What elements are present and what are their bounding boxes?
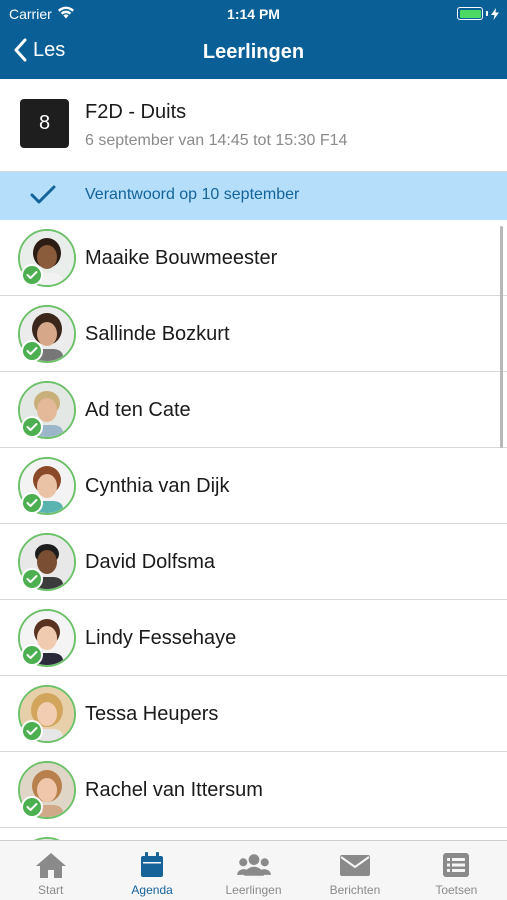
student-row[interactable]: David Dolfsma: [0, 524, 507, 600]
student-row[interactable]: Rachel van Ittersum: [0, 752, 507, 828]
student-name: Cynthia van Dijk: [85, 475, 230, 497]
student-name: Tessa Heupers: [85, 703, 219, 725]
tab-label: Berichten: [329, 883, 381, 897]
tab-label: Leerlingen: [225, 883, 282, 897]
lesson-title: F2D - Duits: [85, 101, 187, 123]
answered-text: Verantwoord op 10 september: [85, 186, 300, 203]
battery-icon: [457, 7, 499, 20]
student-name: Lindy Fessehaye: [85, 627, 237, 649]
student-name: Rachel van Ittersum: [85, 779, 263, 801]
tab-label: Start: [38, 883, 64, 897]
lesson-hour-badge: 8: [20, 99, 69, 148]
tab-toetsen[interactable]: Toetsen: [406, 841, 507, 900]
student-row-partial[interactable]: [0, 828, 507, 840]
answered-banner: Verantwoord op 10 september: [0, 172, 507, 220]
student-name: David Dolfsma: [85, 551, 216, 573]
calendar-icon: [135, 850, 169, 880]
lesson-subtitle: 6 september van 14:45 tot 15:30 F14: [85, 132, 348, 149]
check-circle-icon: [21, 416, 43, 438]
tab-bar: Start Agenda Leerlingen Berichten Toetse…: [0, 840, 507, 900]
student-row[interactable]: Lindy Fessehaye: [0, 600, 507, 676]
student-row[interactable]: Tessa Heupers: [0, 676, 507, 752]
student-name: Ad ten Cate: [85, 399, 191, 421]
status-bar: Carrier 1:14 PM: [0, 0, 507, 28]
envelope-icon: [338, 850, 372, 880]
home-icon: [34, 850, 68, 880]
list-icon: [439, 850, 473, 880]
check-circle-icon: [21, 264, 43, 286]
status-time: 1:14 PM: [227, 6, 280, 22]
student-name: Sallinde Bozkurt: [85, 323, 230, 345]
student-row[interactable]: Ad ten Cate: [0, 372, 507, 448]
student-row[interactable]: Maaike Bouwmeester: [0, 220, 507, 296]
check-circle-icon: [21, 568, 43, 590]
tab-berichten[interactable]: Berichten: [304, 841, 405, 900]
tab-label: Toetsen: [435, 883, 478, 897]
check-circle-icon: [21, 340, 43, 362]
tab-leerlingen[interactable]: Leerlingen: [203, 841, 304, 900]
page-title: Leerlingen: [202, 41, 305, 63]
charging-bolt-icon: [491, 7, 499, 20]
scrollbar[interactable]: [500, 226, 503, 448]
tab-label: Agenda: [131, 883, 173, 897]
check-circle-icon: [21, 720, 43, 742]
check-circle-icon: [21, 644, 43, 666]
check-circle-icon: [21, 796, 43, 818]
student-row[interactable]: Cynthia van Dijk: [0, 448, 507, 524]
nav-bar: Les Leerlingen: [0, 28, 507, 79]
student-name: Maaike Bouwmeester: [85, 247, 278, 269]
check-circle-icon: [21, 492, 43, 514]
header: Carrier 1:14 PM Les Leerlingen: [0, 0, 507, 79]
student-row[interactable]: Sallinde Bozkurt: [0, 296, 507, 372]
people-icon: [236, 850, 271, 880]
tab-start[interactable]: Start: [0, 841, 101, 900]
tab-agenda[interactable]: Agenda: [101, 841, 202, 900]
lesson-card: 8 F2D - Duits 6 september van 14:45 tot …: [0, 79, 507, 172]
checkmark-icon: [30, 185, 56, 204]
student-list[interactable]: Maaike Bouwmeester Sallinde Bozkurt Ad t…: [0, 220, 507, 840]
